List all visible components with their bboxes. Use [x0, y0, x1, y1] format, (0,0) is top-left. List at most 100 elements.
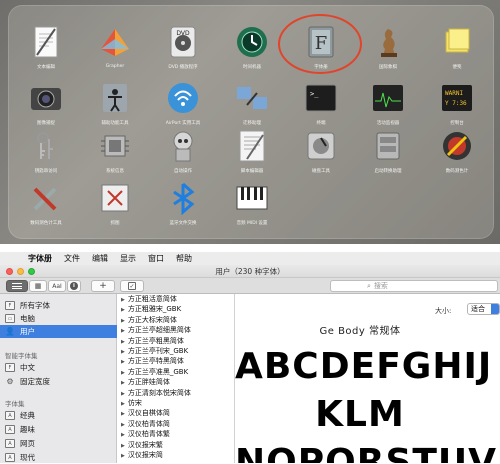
launchpad-app[interactable]: 数码测色计工具 [13, 180, 79, 226]
font-family-row[interactable]: ▶ 方正兰亭超细黑简体 [121, 326, 191, 335]
font-family-row[interactable]: ▶ 方正粗雅宋_GBK [121, 305, 181, 314]
launchpad-app[interactable]: DVD DVD 播放程序 [150, 24, 216, 70]
disclosure-triangle-icon[interactable]: ▶ [121, 401, 125, 407]
time-machine-icon [234, 24, 270, 60]
launchpad-app[interactable]: 时间机器 [219, 24, 285, 70]
menu-view[interactable]: 显示 [114, 253, 142, 264]
sidebar-item-user[interactable]: 👤 用户 [0, 325, 117, 338]
sample-line-3: NOPQRSTUV [235, 442, 498, 463]
font-family-row[interactable]: ▶ 方正兰亭准黑_GBK [121, 368, 188, 377]
disclosure-triangle-icon[interactable]: ▶ [121, 370, 125, 376]
launchpad-app[interactable]: 自动操作 [150, 128, 216, 174]
font-list: ▶ 方正粗活意简体 ▶ 方正粗雅宋_GBK ▶ 方正大标宋简体 ▶ 方正兰亭超细黑简体 ▶ 方正兰… [117, 294, 235, 463]
font-family-row[interactable]: ▶ 汉仪柏青体繁 [121, 430, 170, 439]
font-family-name: 汉仪自棋体简 [127, 409, 170, 418]
disclosure-triangle-icon[interactable]: ▶ [121, 443, 125, 449]
sidebar-item-web[interactable]: A 网页 [0, 437, 117, 450]
sidebar-toggle-button[interactable] [6, 280, 28, 292]
launchpad-app[interactable]: Grapher [82, 24, 148, 69]
disclosure-triangle-icon[interactable]: ▶ [121, 380, 125, 386]
font-family-name: 方正兰亭粗黑简体 [127, 336, 184, 345]
launchpad-app[interactable]: 音频 MIDI 设置 [219, 180, 285, 226]
checkbox-icon: ✓ [128, 282, 136, 290]
launchpad-app[interactable]: 蓝牙文件交换 [150, 180, 216, 226]
launchpad-app[interactable]: 便笺 [424, 24, 490, 70]
menu-app-name[interactable]: 字体册 [22, 253, 58, 264]
disclosure-triangle-icon[interactable]: ▶ [121, 297, 125, 303]
sidebar-item-computer[interactable]: ▭ 电脑 [0, 312, 117, 325]
launchpad-app[interactable]: 迁移助理 [219, 80, 285, 126]
sidebar-icon [12, 283, 22, 289]
launchpad-app[interactable]: F 字体册 [288, 24, 354, 70]
sidebar-item-chinese[interactable]: F 中文 [0, 361, 117, 374]
bootcamp-icon [370, 128, 406, 164]
disclosure-triangle-icon[interactable]: ▶ [121, 318, 125, 324]
launchpad-app[interactable]: 文本编辑 [13, 24, 79, 70]
sample-view-button[interactable]: AaI [48, 280, 66, 292]
size-select[interactable]: 适合 [467, 303, 500, 315]
disclosure-triangle-icon[interactable]: ▶ [121, 411, 125, 417]
launchpad-app[interactable]: 启动转换助理 [355, 128, 421, 174]
font-family-row[interactable]: ▶ 方正清刻本悦宋简体 [121, 389, 191, 398]
sidebar-item-fun[interactable]: A 趣味 [0, 423, 117, 436]
launchpad-app[interactable]: >_ 终端 [288, 80, 354, 126]
disclosure-triangle-icon[interactable]: ▶ [121, 453, 125, 459]
launchpad-app[interactable]: 抓图 [82, 180, 148, 226]
sidebar-item-fixed-width[interactable]: ⚙ 固定宽度 [0, 375, 117, 388]
launchpad-app[interactable]: 活动监视器 [355, 80, 421, 126]
sidebar-item-label: 所有字体 [20, 301, 50, 310]
disclosure-triangle-icon[interactable]: ▶ [121, 307, 125, 313]
menu-edit[interactable]: 编辑 [86, 253, 114, 264]
sidebar-item-label: 趣味 [20, 425, 35, 434]
add-font-button[interactable]: + [91, 280, 115, 292]
launchpad-app[interactable]: 辅助功能工具 [82, 80, 148, 126]
font-family-row[interactable]: ▶ 方正胖娃简体 [121, 378, 170, 387]
disclosure-triangle-icon[interactable]: ▶ [121, 422, 125, 428]
launchpad-app[interactable]: 磁盘工具 [288, 128, 354, 174]
grab-icon [97, 180, 133, 216]
grid-view-button[interactable]: ▦ [29, 280, 47, 292]
image-capture-icon [28, 80, 64, 116]
launchpad-app-label: 控制台 [450, 121, 464, 126]
launchpad-app[interactable]: 系统信息 [82, 128, 148, 174]
sidebar-item-all-fonts[interactable]: F 所有字体 [0, 299, 117, 312]
launchpad-app[interactable]: 数码测色计 [424, 128, 490, 174]
font-family-row[interactable]: ▶ 方正粗活意简体 [121, 295, 177, 304]
font-family-row[interactable]: ▶ 方正大标宋简体 [121, 316, 177, 325]
font-family-row[interactable]: ▶ 汉仪柏青体简 [121, 420, 170, 429]
info-button[interactable]: i [67, 280, 81, 292]
menu-window[interactable]: 窗口 [142, 253, 170, 264]
disclosure-triangle-icon[interactable]: ▶ [121, 339, 125, 345]
font-family-row[interactable]: ▶ 汉仪自棋体简 [121, 409, 170, 418]
font-family-row[interactable]: ▶ 汉仪报宋简 [121, 451, 163, 460]
launchpad-app-label: 国际象棋 [379, 65, 397, 70]
menu-help[interactable]: 帮助 [170, 253, 198, 264]
font-family-name: 汉仪报宋简 [127, 451, 163, 459]
font-family-row[interactable]: ▶ 汉仪报宋繁 [121, 441, 163, 450]
toolbar: ▦ AaI i + ✓ ⌕ 搜索 [0, 278, 500, 294]
sidebar-item-classic[interactable]: A 经典 [0, 409, 117, 422]
launchpad-app[interactable]: 图像捕捉 [13, 80, 79, 126]
enable-font-button[interactable]: ✓ [120, 280, 144, 292]
launchpad-app[interactable]: 钥匙串访问 [13, 128, 79, 174]
disclosure-triangle-icon[interactable]: ▶ [121, 391, 125, 397]
font-family-row[interactable]: ▶ 方正兰亭刊宋_GBK [121, 347, 188, 356]
font-family-row[interactable]: ▶ 方正兰亭特黑简体 [121, 357, 184, 366]
launchpad-app[interactable]: 脚本编辑器 [219, 128, 285, 174]
font-family-row[interactable]: ▶ 方正兰亭粗黑简体 [121, 337, 184, 346]
disclosure-triangle-icon[interactable]: ▶ [121, 432, 125, 438]
launchpad-app[interactable]: 国际象棋 [355, 24, 421, 70]
font-family-row[interactable]: ▶ 仿宋 [121, 399, 142, 408]
launchpad-app[interactable]: AirPort 实用工具 [150, 80, 216, 126]
disclosure-triangle-icon[interactable]: ▶ [121, 328, 125, 334]
search-field[interactable]: ⌕ 搜索 [330, 280, 498, 292]
window-title: 用户（230 种字体） [215, 267, 285, 276]
menu-file[interactable]: 文件 [58, 253, 86, 264]
sidebar-item-modern[interactable]: A 现代 [0, 451, 117, 464]
textedit-icon [28, 24, 64, 60]
launchpad-screenshot: 文本编辑 Grapher DVD DVD 播放程序 时间机器 F 字体册 国际象棋 便笺图像捕捉… [0, 0, 500, 244]
disclosure-triangle-icon[interactable]: ▶ [121, 359, 125, 365]
launchpad-app[interactable]: WARNI Y 7:36 控制台 [424, 80, 490, 126]
launchpad-app-label: 时间机器 [243, 65, 261, 70]
disclosure-triangle-icon[interactable]: ▶ [121, 349, 125, 355]
